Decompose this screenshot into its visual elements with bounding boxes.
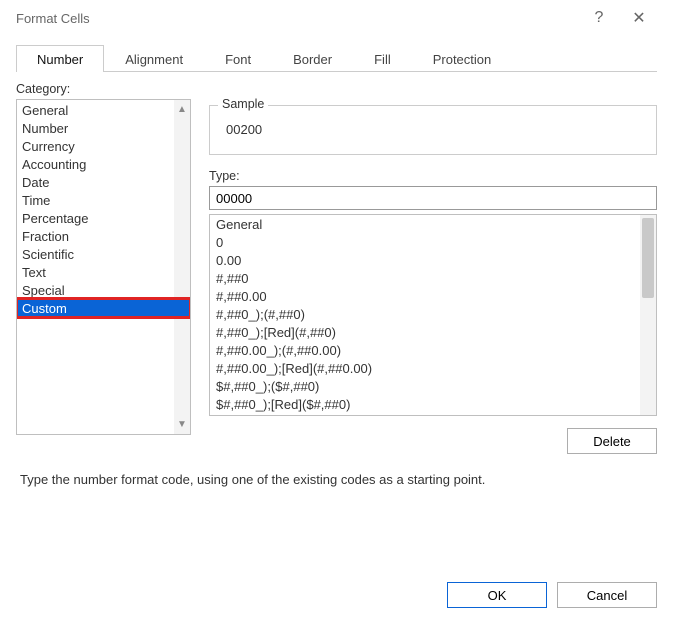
category-item[interactable]: Number <box>17 119 190 137</box>
window-title: Format Cells <box>16 11 579 26</box>
format-item[interactable]: $#,##0_);($#,##0) <box>210 377 656 395</box>
sample-groupbox: Sample 00200 <box>209 105 657 155</box>
format-item[interactable]: #,##0.00_);[Red](#,##0.00) <box>210 359 656 377</box>
category-listbox[interactable]: GeneralNumberCurrencyAccountingDateTimeP… <box>16 99 191 435</box>
tab-border[interactable]: Border <box>272 45 353 72</box>
category-item[interactable]: Text <box>17 263 190 281</box>
format-item[interactable]: #,##0 <box>210 269 656 287</box>
format-item[interactable]: #,##0.00_);(#,##0.00) <box>210 341 656 359</box>
category-item[interactable]: Special <box>17 281 190 299</box>
category-item[interactable]: Accounting <box>17 155 190 173</box>
delete-button[interactable]: Delete <box>567 428 657 454</box>
type-label: Type: <box>209 169 657 183</box>
tab-protection[interactable]: Protection <box>412 45 513 72</box>
format-scrollbar[interactable] <box>640 215 656 415</box>
titlebar: Format Cells ? ✕ <box>0 0 673 36</box>
category-item[interactable]: Date <box>17 173 190 191</box>
format-item[interactable]: #,##0_);[Red](#,##0) <box>210 323 656 341</box>
close-icon[interactable]: ✕ <box>619 8 659 28</box>
category-item[interactable]: Percentage <box>17 209 190 227</box>
ok-button[interactable]: OK <box>447 582 547 608</box>
tab-bar: Number Alignment Font Border Fill Protec… <box>16 44 657 72</box>
category-label: Category: <box>16 82 657 96</box>
sample-value: 00200 <box>220 122 646 137</box>
category-item[interactable]: Currency <box>17 137 190 155</box>
format-item[interactable]: 0.00 <box>210 251 656 269</box>
tab-alignment[interactable]: Alignment <box>104 45 204 72</box>
category-item[interactable]: Custom <box>17 299 190 317</box>
scrollbar-thumb[interactable] <box>642 218 654 298</box>
format-item[interactable]: $#,##0_);[Red]($#,##0) <box>210 395 656 413</box>
format-item[interactable]: 0 <box>210 233 656 251</box>
cancel-button[interactable]: Cancel <box>557 582 657 608</box>
format-item[interactable]: General <box>210 215 656 233</box>
category-scrollbar[interactable]: ▲ ▼ <box>174 100 190 434</box>
dialog-footer: OK Cancel <box>447 582 657 608</box>
scroll-up-icon[interactable]: ▲ <box>177 104 187 115</box>
help-icon[interactable]: ? <box>579 9 619 27</box>
type-input[interactable] <box>209 186 657 210</box>
category-item[interactable]: Scientific <box>17 245 190 263</box>
tab-font[interactable]: Font <box>204 45 272 72</box>
category-item[interactable]: Fraction <box>17 227 190 245</box>
category-item[interactable]: General <box>17 101 190 119</box>
tab-fill[interactable]: Fill <box>353 45 412 72</box>
format-item[interactable]: #,##0_);(#,##0) <box>210 305 656 323</box>
format-item[interactable]: #,##0.00 <box>210 287 656 305</box>
format-listbox[interactable]: General00.00#,##0#,##0.00#,##0_);(#,##0)… <box>209 214 657 416</box>
hint-text: Type the number format code, using one o… <box>20 472 653 487</box>
format-item[interactable]: $#,##0.00_);($#,##0.00) <box>210 413 656 416</box>
scroll-down-icon[interactable]: ▼ <box>177 419 187 430</box>
tab-number[interactable]: Number <box>16 45 104 72</box>
sample-legend: Sample <box>218 97 268 111</box>
category-item[interactable]: Time <box>17 191 190 209</box>
